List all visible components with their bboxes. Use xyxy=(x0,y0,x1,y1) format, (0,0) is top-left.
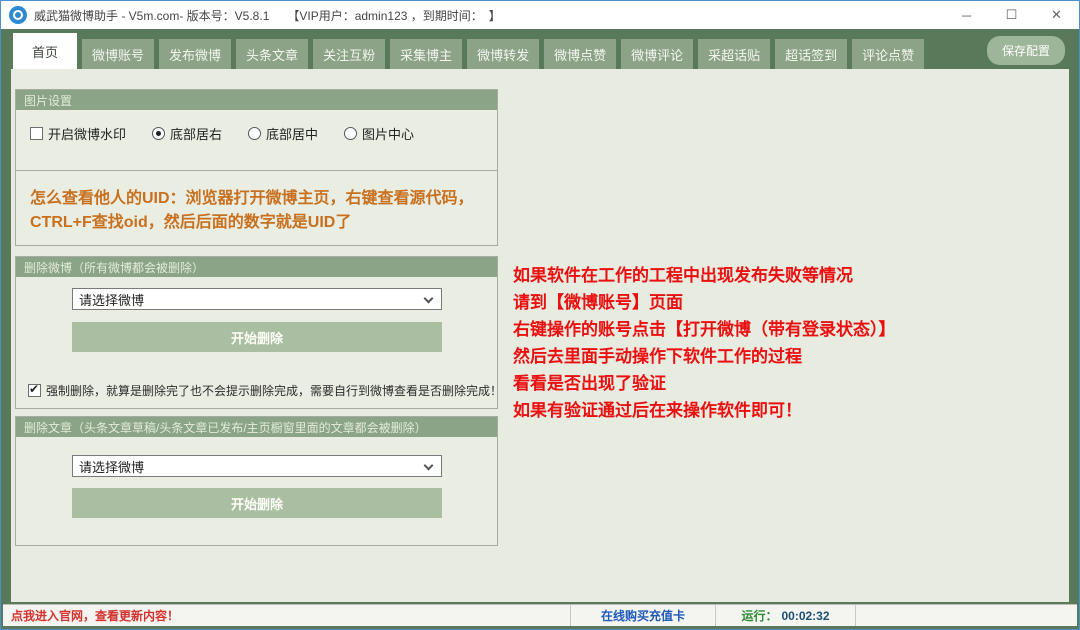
delete-weibo-account-select[interactable]: 请选择微博 xyxy=(72,288,442,310)
tab-publish-weibo[interactable]: 发布微博 xyxy=(159,39,231,69)
radio-icon xyxy=(152,127,165,140)
buy-card-link[interactable]: 在线购买充值卡 xyxy=(570,605,715,626)
checkbox-icon xyxy=(30,127,43,140)
window-controls: ─ ☐ ✕ xyxy=(944,1,1079,29)
notice-line-1: 如果软件在工作的工程中出现发布失败等情况 xyxy=(513,262,896,289)
tab-toutiao-articles[interactable]: 头条文章 xyxy=(236,39,308,69)
force-delete-label: 强制删除，就算是删除完了也不会提示删除完成，需要自行到微博查看是否删除完成！ xyxy=(46,382,502,399)
tab-follow-fans[interactable]: 关注互粉 xyxy=(313,39,385,69)
redacted-blur xyxy=(879,609,1054,622)
titlebar: 威武猫微博助手 - V5m.com- 版本号：V5.8.1 【VIP用户：adm… xyxy=(1,1,1079,29)
close-button[interactable]: ✕ xyxy=(1034,1,1079,29)
start-delete-article-button[interactable]: 开始删除 xyxy=(72,488,442,518)
chevron-down-icon xyxy=(424,294,434,304)
notice-line-4: 然后去里面手动操作下软件工作的过程 xyxy=(513,343,896,370)
delete-article-header: 删除文章（头条文章草稿/头条文章已发布/主页橱窗里面的文章都会被删除） xyxy=(16,417,497,437)
watermark-checkbox[interactable]: 开启微博水印 xyxy=(30,124,126,143)
select-value: 请选择微博 xyxy=(79,290,144,309)
notice-line-3: 右键操作的账号点击【打开微博（带有登录状态）】 xyxy=(513,316,896,343)
radio-bottom-right-label: 底部居右 xyxy=(170,124,222,143)
save-config-button[interactable]: 保存配置 xyxy=(987,36,1065,65)
watermark-controls-row: 开启微博水印 底部居右 底部居中 图片中心 xyxy=(16,110,497,171)
uid-tip-line-1: 怎么查看他人的UID：浏览器打开微博主页，右键查看源代码， xyxy=(30,187,483,211)
tab-bar: 首页 微博账号 发布微博 头条文章 关注互粉 采集博主 微博转发 微博点赞 微博… xyxy=(1,29,1079,69)
delete-weibo-header: 删除微博（所有微博都会被删除） xyxy=(16,257,497,277)
tab-weibo-like[interactable]: 微博点赞 xyxy=(544,39,616,69)
radio-bottom-center-label: 底部居中 xyxy=(266,124,318,143)
maximize-button[interactable]: ☐ xyxy=(989,1,1034,29)
radio-bottom-center[interactable]: 底部居中 xyxy=(248,124,318,143)
delete-article-group: 删除文章（头条文章草稿/头条文章已发布/主页橱窗里面的文章都会被删除） 请选择微… xyxy=(15,416,498,546)
radio-bottom-right[interactable]: 底部居右 xyxy=(152,124,222,143)
radio-icon xyxy=(248,127,261,140)
status-bar: 点我进入官网，查看更新内容！ 在线购买充值卡 运行： 00:02:32 xyxy=(3,604,1077,626)
delete-weibo-group: 删除微博（所有微博都会被删除） 请选择微博 开始删除 强制删除，就算是删除完了也… xyxy=(15,256,498,409)
checkbox-checked-icon xyxy=(28,384,41,397)
runtime-status: 运行： 00:02:32 xyxy=(715,605,855,626)
delete-article-account-select[interactable]: 请选择微博 xyxy=(72,455,442,477)
watermark-checkbox-label: 开启微博水印 xyxy=(48,124,126,143)
failure-notice: 如果软件在工作的工程中出现发布失败等情况 请到【微博账号】页面 右键操作的账号点… xyxy=(513,262,896,424)
notice-line-6: 如果有验证通过后在来操作软件即可！ xyxy=(513,397,896,424)
window-title: 威武猫微博助手 - V5m.com- 版本号：V5.8.1 【VIP用户：adm… xyxy=(34,7,501,24)
tab-collect-bloggers[interactable]: 采集博主 xyxy=(390,39,462,69)
tab-supertopic-checkin[interactable]: 超话签到 xyxy=(775,39,847,69)
force-delete-checkbox[interactable]: 强制删除，就算是删除完了也不会提示删除完成，需要自行到微博查看是否删除完成！ xyxy=(28,382,502,399)
runtime-label: 运行： xyxy=(741,607,777,624)
radio-image-center[interactable]: 图片中心 xyxy=(344,124,414,143)
tab-weibo-accounts[interactable]: 微博账号 xyxy=(82,39,154,69)
image-settings-header: 图片设置 xyxy=(16,90,497,110)
app-window: 威武猫微博助手 - V5m.com- 版本号：V5.8.1 【VIP用户：adm… xyxy=(0,0,1080,630)
uid-tip-line-2: CTRL+F查找oid，然后后面的数字就是UID了 xyxy=(30,211,483,235)
radio-image-center-label: 图片中心 xyxy=(362,124,414,143)
notice-line-2: 请到【微博账号】页面 xyxy=(513,289,896,316)
tab-weibo-comment[interactable]: 微博评论 xyxy=(621,39,693,69)
tab-collect-supertopic-posts[interactable]: 采超话贴 xyxy=(698,39,770,69)
official-site-link[interactable]: 点我进入官网，查看更新内容！ xyxy=(3,605,570,626)
select-value: 请选择微博 xyxy=(79,457,144,476)
redacted-status-area xyxy=(855,605,1077,626)
runtime-value: 00:02:32 xyxy=(781,609,829,623)
app-logo-icon xyxy=(9,6,27,24)
start-delete-weibo-button[interactable]: 开始删除 xyxy=(72,322,442,352)
image-settings-group: 图片设置 开启微博水印 底部居右 底部居中 xyxy=(15,89,498,246)
notice-line-5: 看看是否出现了验证 xyxy=(513,370,896,397)
tab-home[interactable]: 首页 xyxy=(13,33,77,69)
main-content: 图片设置 开启微博水印 底部居右 底部居中 xyxy=(11,69,1069,602)
uid-tip-text: 怎么查看他人的UID：浏览器打开微博主页，右键查看源代码， CTRL+F查找oi… xyxy=(16,171,497,235)
tab-weibo-repost[interactable]: 微博转发 xyxy=(467,39,539,69)
radio-icon xyxy=(344,127,357,140)
tab-comment-like[interactable]: 评论点赞 xyxy=(852,39,924,69)
minimize-button[interactable]: ─ xyxy=(944,1,989,29)
chevron-down-icon xyxy=(424,461,434,471)
